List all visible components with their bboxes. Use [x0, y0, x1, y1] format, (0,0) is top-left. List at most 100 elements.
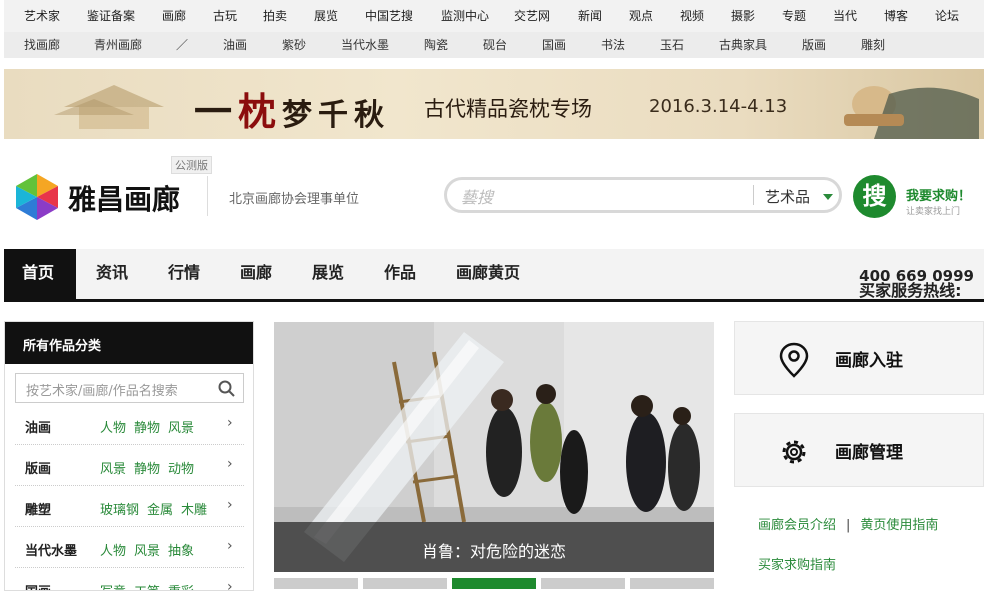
- sub-nav-item[interactable]: 找画廊: [24, 38, 60, 52]
- category-row[interactable]: 当代水墨 人物 风景 抽象 ›: [15, 527, 244, 568]
- banner-subtitle: 古代精品瓷枕专场: [424, 97, 592, 121]
- top-nav-item[interactable]: 视频: [680, 9, 704, 23]
- category-name[interactable]: 雕塑: [25, 499, 51, 518]
- want-buy-link[interactable]: 我要求购！: [906, 185, 971, 204]
- chevron-right-icon[interactable]: ›: [227, 579, 233, 590]
- category-row[interactable]: 油画 人物 静物 风景 ›: [15, 404, 244, 445]
- category-tag[interactable]: 风景: [100, 462, 126, 477]
- nav-item[interactable]: 资讯: [96, 264, 128, 282]
- category-name[interactable]: 版画: [25, 458, 51, 477]
- nav-item[interactable]: 画廊: [240, 264, 272, 282]
- sub-nav-item[interactable]: 青州画廊: [94, 38, 142, 52]
- search-bar[interactable]: 藝搜 艺术品: [444, 177, 842, 213]
- promo-banner[interactable]: 一枕梦千秋 古代精品瓷枕专场 2016.3.14-4.13: [4, 69, 984, 139]
- sub-nav-item[interactable]: 陶瓷: [424, 38, 448, 52]
- top-nav-item[interactable]: 中国艺搜: [365, 9, 413, 23]
- sub-nav-item[interactable]: 古典家具: [719, 38, 767, 52]
- top-nav-item[interactable]: 交艺网: [514, 9, 550, 23]
- sub-nav-item[interactable]: 玉石: [660, 38, 684, 52]
- top-nav: 艺术家 鉴证备案 画廊 古玩 拍卖 展览 中国艺搜 监测中心 交艺网 新闻 观点…: [4, 0, 984, 32]
- category-tag[interactable]: 重彩: [168, 585, 194, 590]
- chevron-right-icon[interactable]: ›: [227, 456, 233, 472]
- chevron-right-icon[interactable]: ›: [227, 538, 233, 554]
- top-nav-item[interactable]: 观点: [629, 9, 653, 23]
- sub-nav-item[interactable]: 紫砂: [282, 38, 306, 52]
- category-tag[interactable]: 人物: [100, 544, 126, 559]
- sub-nav-item[interactable]: 书法: [601, 38, 625, 52]
- side-links-row: 画廊会员介绍 | 黄页使用指南: [758, 514, 938, 533]
- logo-icon[interactable]: [14, 174, 60, 220]
- category-row[interactable]: 国画 写意 工笔 重彩 ›: [15, 568, 244, 590]
- chevron-right-icon[interactable]: ›: [227, 415, 233, 431]
- search-input[interactable]: 藝搜: [461, 184, 493, 208]
- top-nav-item[interactable]: 新闻: [578, 9, 602, 23]
- search-icon[interactable]: [218, 380, 235, 397]
- sleeping-figure-illustration: [844, 86, 979, 139]
- chevron-down-icon[interactable]: [823, 194, 833, 200]
- sub-nav-item[interactable]: 版画: [802, 38, 826, 52]
- category-tag[interactable]: 动物: [168, 462, 194, 477]
- top-nav-item[interactable]: 古玩: [213, 9, 237, 23]
- sub-nav-item[interactable]: 砚台: [483, 38, 507, 52]
- category-tag[interactable]: 写意: [100, 585, 126, 590]
- category-tag[interactable]: 风景: [168, 421, 194, 436]
- gallery-join-card[interactable]: 画廊入驻: [734, 321, 984, 395]
- category-tag[interactable]: 木雕: [181, 503, 207, 518]
- slide-dot[interactable]: [274, 578, 358, 589]
- gear-icon: [782, 440, 806, 464]
- category-name[interactable]: 油画: [25, 417, 51, 436]
- slide-dot[interactable]: [363, 578, 447, 589]
- nav-item[interactable]: 画廊黄页: [456, 264, 520, 282]
- category-header: 所有作品分类: [5, 322, 253, 364]
- top-nav-item[interactable]: 摄影: [731, 9, 755, 23]
- top-nav-item[interactable]: 监测中心: [441, 9, 489, 23]
- featured-slide[interactable]: 肖鲁：对危险的迷恋: [274, 322, 714, 572]
- category-name[interactable]: 当代水墨: [25, 540, 77, 559]
- chevron-right-icon[interactable]: ›: [227, 497, 233, 513]
- category-tag[interactable]: 风景: [134, 544, 160, 559]
- nav-home[interactable]: 首页: [4, 249, 76, 299]
- category-tag[interactable]: 静物: [134, 462, 160, 477]
- search-button[interactable]: 搜: [853, 175, 896, 218]
- nav-item[interactable]: 行情: [168, 264, 200, 282]
- sub-nav-item[interactable]: 雕刻: [861, 38, 885, 52]
- gallery-manage-card[interactable]: 画廊管理: [734, 413, 984, 487]
- category-tag[interactable]: 工笔: [134, 585, 160, 590]
- top-nav-item[interactable]: 当代: [833, 9, 857, 23]
- top-nav-item[interactable]: 博客: [884, 9, 908, 23]
- member-intro-link[interactable]: 画廊会员介绍: [758, 518, 836, 533]
- brand-name[interactable]: 雅昌画廊: [68, 178, 180, 218]
- top-nav-item[interactable]: 鉴证备案: [87, 9, 135, 23]
- category-tag[interactable]: 金属: [147, 503, 173, 518]
- category-panel: 所有作品分类 按艺术家/画廊/作品名搜索 油画 人物 静物 风景 › 版画 风景 静物…: [4, 321, 254, 591]
- top-nav-item[interactable]: 论坛: [935, 9, 959, 23]
- sub-nav-item[interactable]: 当代水墨: [341, 38, 389, 52]
- sub-nav-item[interactable]: 油画: [223, 38, 247, 52]
- category-search-input[interactable]: 按艺术家/画廊/作品名搜索: [15, 373, 244, 403]
- slide-indicators: [274, 578, 714, 589]
- category-name[interactable]: 国画: [25, 581, 51, 590]
- search-category-select[interactable]: 艺术品: [765, 186, 810, 207]
- top-nav-item[interactable]: 拍卖: [263, 9, 287, 23]
- category-row[interactable]: 版画 风景 静物 动物 ›: [15, 445, 244, 486]
- location-pin-icon: [779, 342, 809, 378]
- top-nav-item[interactable]: 艺术家: [24, 9, 60, 23]
- nav-item[interactable]: 作品: [384, 264, 416, 282]
- category-tag[interactable]: 玻璃钢: [100, 503, 139, 518]
- top-nav-item[interactable]: 画廊: [162, 9, 186, 23]
- slide-caption[interactable]: 肖鲁：对危险的迷恋: [274, 522, 714, 572]
- header-divider: [207, 176, 208, 216]
- guide-link[interactable]: 黄页使用指南: [860, 518, 938, 533]
- slide-dot-active[interactable]: [452, 578, 536, 589]
- top-nav-item[interactable]: 专题: [782, 9, 806, 23]
- category-row[interactable]: 雕塑 玻璃钢 金属 木雕 ›: [15, 486, 244, 527]
- slide-dot[interactable]: [541, 578, 625, 589]
- buyer-guide-link[interactable]: 买家求购指南: [758, 558, 836, 573]
- nav-item[interactable]: 展览: [312, 264, 344, 282]
- sub-nav-item[interactable]: 国画: [542, 38, 566, 52]
- category-tag[interactable]: 静物: [134, 421, 160, 436]
- category-tag[interactable]: 人物: [100, 421, 126, 436]
- top-nav-item[interactable]: 展览: [314, 9, 338, 23]
- slide-dot[interactable]: [630, 578, 714, 589]
- category-tag[interactable]: 抽象: [168, 544, 194, 559]
